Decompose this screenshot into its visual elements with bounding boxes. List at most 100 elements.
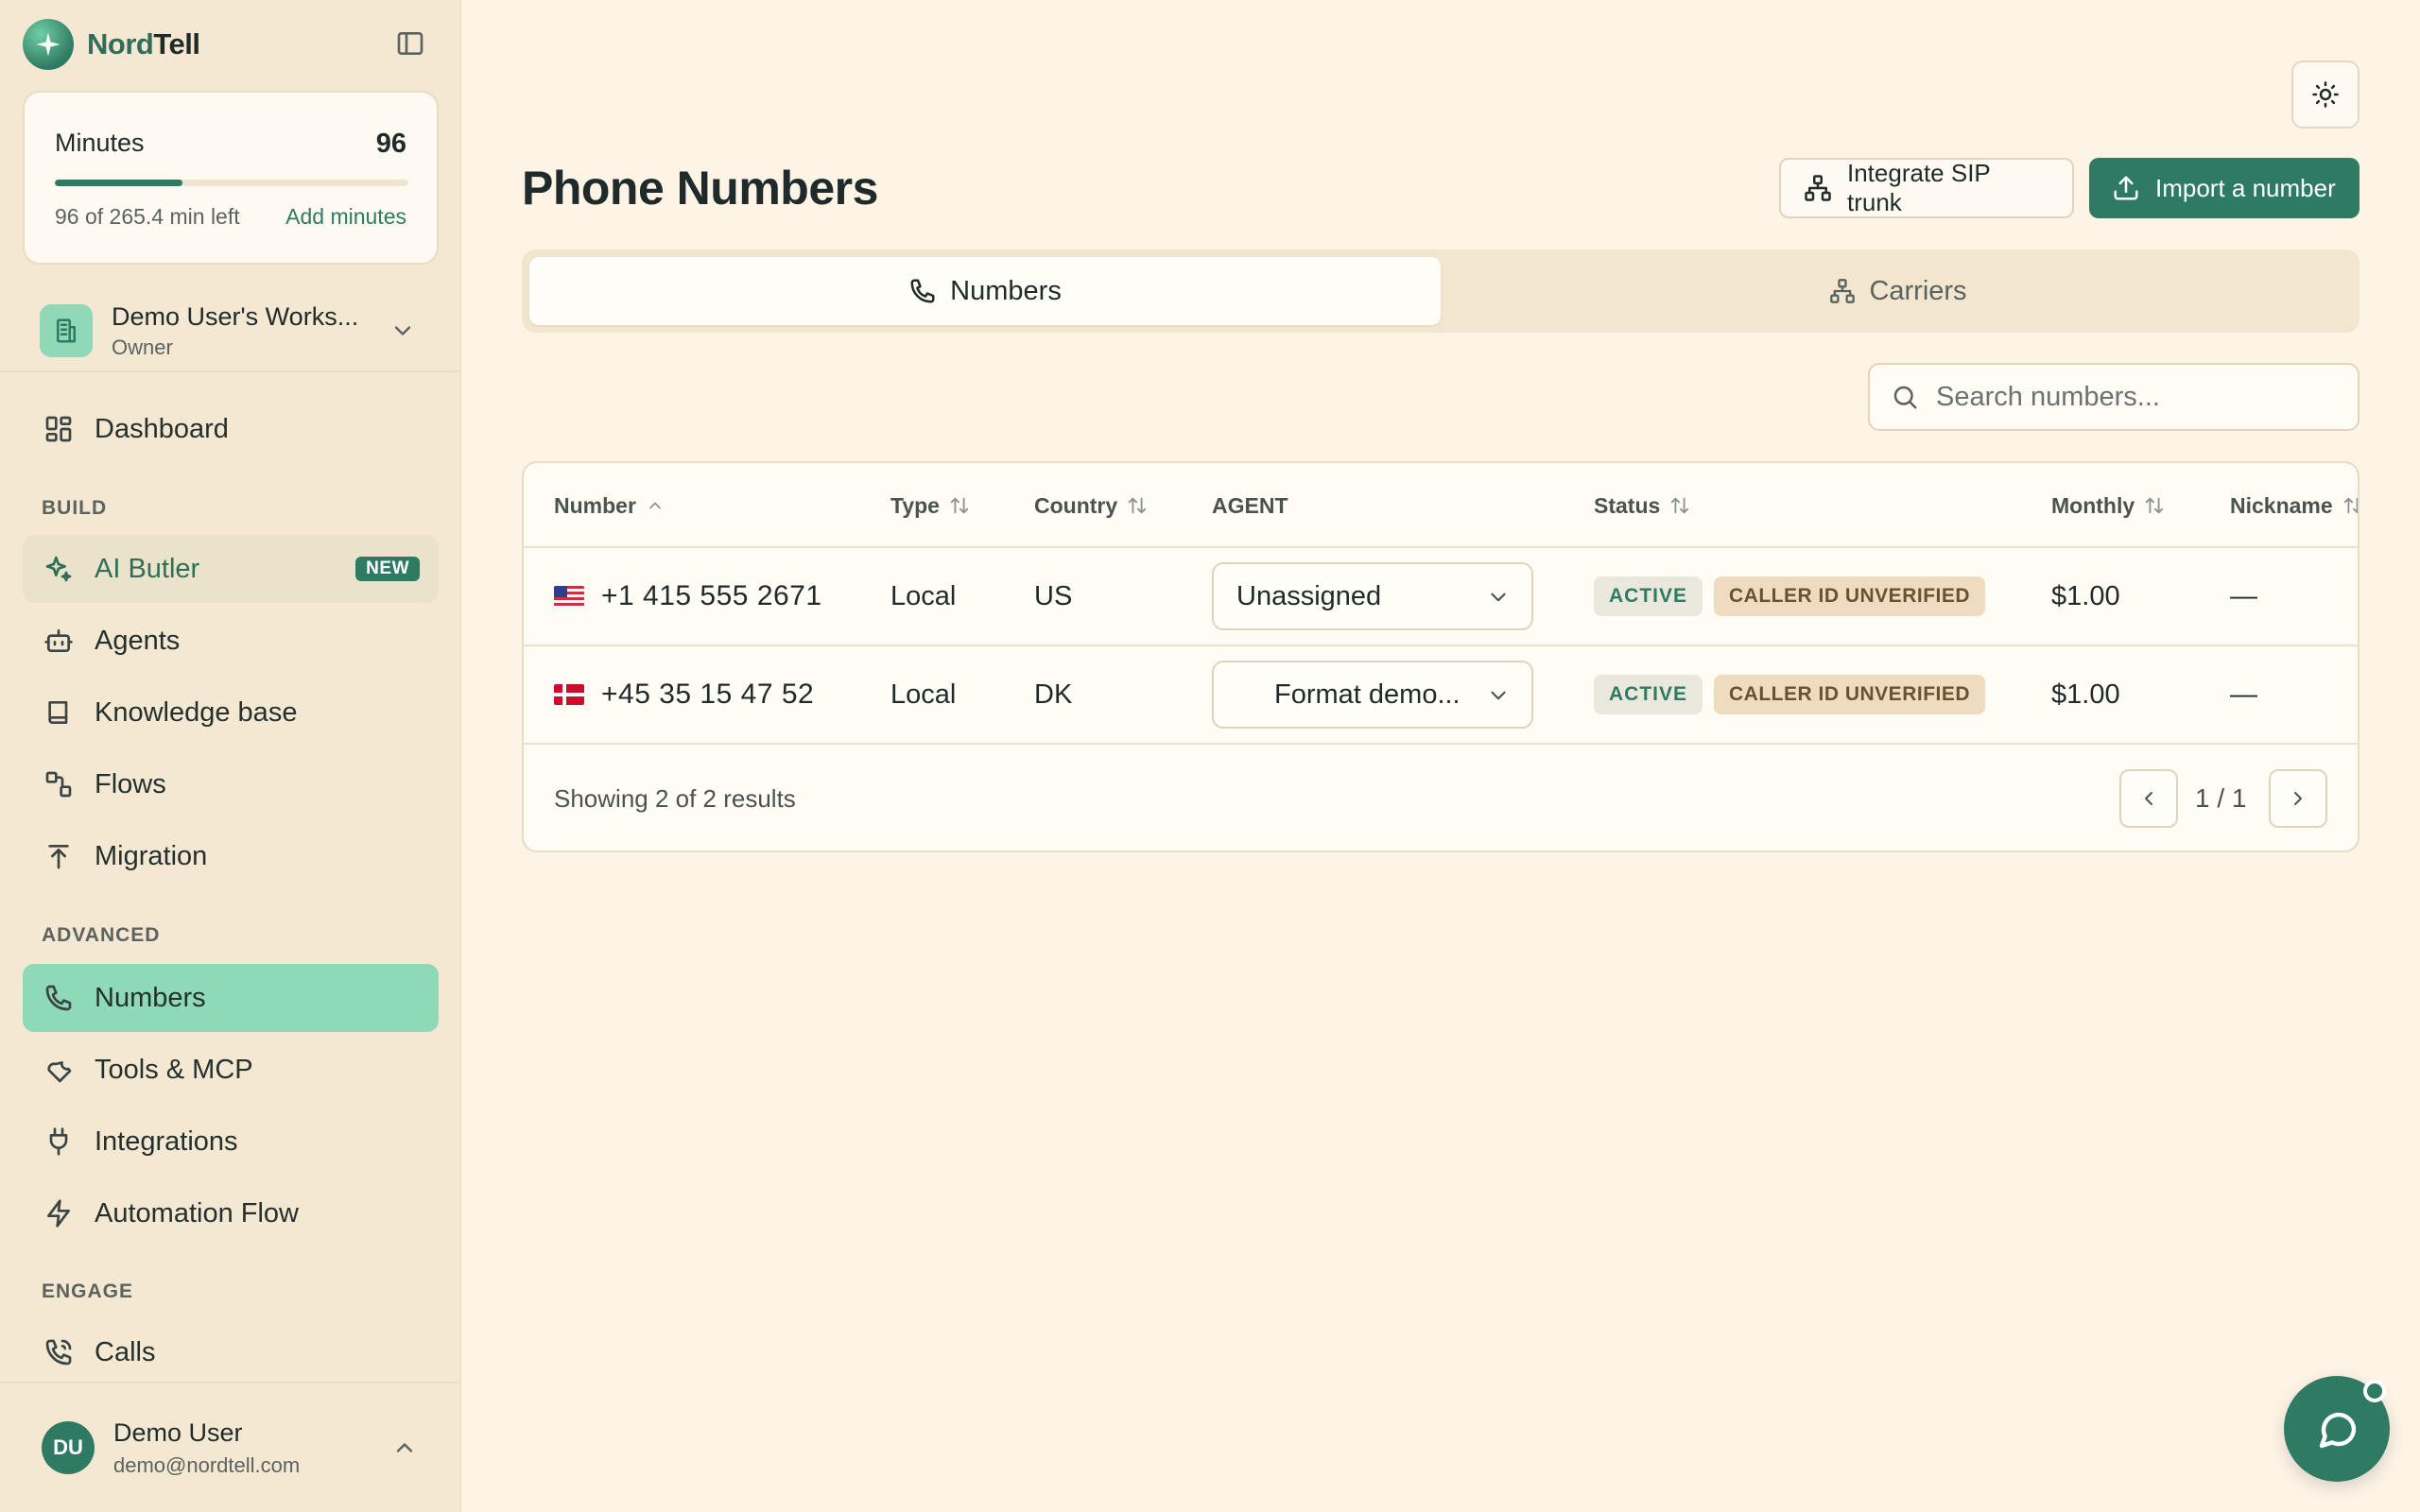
import-number-button[interactable]: Import a number <box>2089 158 2360 218</box>
header-number-label: Number <box>554 492 636 518</box>
phone-icon <box>908 277 937 305</box>
import-number-label: Import a number <box>2155 173 2336 202</box>
table-row[interactable]: +45 35 15 47 52 Local DK Format demo... … <box>524 646 2358 745</box>
plug-icon <box>42 1125 76 1159</box>
search-icon <box>1891 383 1919 411</box>
table-row[interactable]: +1 415 555 2671 Local US Unassigned ACTI… <box>524 548 2358 646</box>
tab-carriers[interactable]: Carriers <box>1444 257 2352 325</box>
nav-calls[interactable]: Calls <box>23 1318 439 1386</box>
nav-migration[interactable]: Migration <box>23 822 439 890</box>
tab-numbers-label: Numbers <box>950 275 1062 306</box>
caller-id-badge: CALLER ID UNVERIFIED <box>1714 576 1986 616</box>
status-cell: ACTIVE CALLER ID UNVERIFIED <box>1594 646 1986 743</box>
sort-icon <box>1669 495 1690 516</box>
sort-asc-icon <box>646 496 665 515</box>
book-icon <box>42 696 76 730</box>
nav-tools-mcp[interactable]: Tools & MCP <box>23 1036 439 1104</box>
country-cell: DK <box>1034 679 1073 710</box>
divider <box>0 370 459 372</box>
tab-numbers[interactable]: Numbers <box>529 257 1441 325</box>
sidebar-toggle-icon[interactable] <box>395 28 425 59</box>
minutes-card: Minutes 96 96 of 265.4 min left Add minu… <box>23 91 439 265</box>
chat-button[interactable] <box>2284 1376 2390 1482</box>
nav-agents-label: Agents <box>95 625 181 656</box>
minutes-progress-fill <box>55 180 183 186</box>
agent-select-value: Unassigned <box>1236 580 1382 611</box>
number-cell: +45 35 15 47 52 <box>554 646 814 743</box>
nav-dashboard-label: Dashboard <box>95 413 229 444</box>
header-agent: AGENT <box>1212 463 1288 548</box>
network-icon <box>1804 174 1832 202</box>
dk-flag-icon <box>554 684 584 705</box>
add-minutes-link[interactable]: Add minutes <box>285 204 406 230</box>
header-nickname-label: Nickname <box>2230 492 2333 518</box>
user-email: demo@nordtell.com <box>113 1452 301 1477</box>
phone-call-icon <box>42 1335 76 1369</box>
header-monthly-label: Monthly <box>2051 492 2135 518</box>
nickname-cell: — <box>2230 580 2257 611</box>
upload-arrow-icon <box>42 839 76 873</box>
search-box <box>1868 363 2360 431</box>
next-page-button[interactable] <box>2269 769 2327 828</box>
numbers-table: Number Type Country AGENT Status Monthly… <box>522 461 2360 852</box>
header-type-label: Type <box>890 492 940 518</box>
nav-knowledge-base[interactable]: Knowledge base <box>23 679 439 747</box>
nav-numbers[interactable]: Numbers <box>23 964 439 1032</box>
header-country[interactable]: Country <box>1034 463 1148 548</box>
nav-numbers-label: Numbers <box>95 982 206 1013</box>
wrench-icon <box>42 1053 76 1087</box>
search-input[interactable] <box>1936 381 2333 413</box>
sort-icon <box>2342 495 2358 516</box>
theme-toggle-button[interactable] <box>2291 60 2360 129</box>
header-status[interactable]: Status <box>1594 463 1690 548</box>
sort-icon <box>949 495 970 516</box>
minutes-remaining: 96 of 265.4 min left <box>55 204 240 229</box>
tab-bar: Numbers Carriers <box>522 249 2360 333</box>
caller-id-badge: CALLER ID UNVERIFIED <box>1714 675 1986 714</box>
nav-migration-label: Migration <box>95 840 208 871</box>
page-title: Phone Numbers <box>522 162 878 215</box>
results-count: Showing 2 of 2 results <box>554 783 796 813</box>
brand-logo-icon <box>23 19 74 70</box>
nav-integrations[interactable]: Integrations <box>23 1108 439 1176</box>
header-monthly[interactable]: Monthly <box>2051 463 2165 548</box>
sidebar: NordTell Minutes 96 96 of 265.4 min left… <box>0 0 461 1512</box>
phone-icon <box>42 981 76 1015</box>
integrate-sip-trunk-label: Integrate SIP trunk <box>1847 159 1991 216</box>
monthly-cell: $1.00 <box>2051 580 2120 611</box>
header-nickname[interactable]: Nickname <box>2230 463 2358 548</box>
header-number[interactable]: Number <box>554 463 665 548</box>
integrate-sip-trunk-button[interactable]: Integrate SIP trunk <box>1779 158 2074 218</box>
agent-select[interactable]: Unassigned <box>1212 562 1533 630</box>
building-icon <box>40 304 93 357</box>
nickname-cell: — <box>2230 679 2257 710</box>
agent-select[interactable]: Format demo... <box>1212 661 1533 729</box>
nav-ai-butler[interactable]: AI Butler NEW <box>23 535 439 603</box>
header-type[interactable]: Type <box>890 463 970 548</box>
nav-flows[interactable]: Flows <box>23 750 439 818</box>
nav-knowledge-base-label: Knowledge base <box>95 696 298 728</box>
sparkles-icon <box>42 552 76 586</box>
prev-page-button[interactable] <box>2119 769 2178 828</box>
bot-icon <box>42 624 76 658</box>
chevron-down-icon <box>389 318 416 344</box>
nav-automation-flow[interactable]: Automation Flow <box>23 1179 439 1247</box>
sun-icon <box>2311 80 2340 109</box>
tab-carriers-label: Carriers <box>1869 275 1967 306</box>
workspace-switcher[interactable]: Demo User's Works... Owner <box>40 297 437 365</box>
nav-agents[interactable]: Agents <box>23 607 439 675</box>
workspace-role: Owner <box>112 335 173 359</box>
user-name: Demo User <box>113 1418 243 1447</box>
nav-dashboard[interactable]: Dashboard <box>23 395 439 463</box>
number-cell: +1 415 555 2671 <box>554 548 822 644</box>
page-indicator: 1 / 1 <box>2195 783 2247 813</box>
monthly-cell: $1.00 <box>2051 679 2120 710</box>
section-advanced-label: ADVANCED <box>42 924 161 946</box>
type-cell: Local <box>890 580 957 611</box>
phone-number: +1 415 555 2671 <box>601 580 822 611</box>
header-status-label: Status <box>1594 492 1661 518</box>
status-badge: ACTIVE <box>1594 576 1703 616</box>
sort-icon <box>1127 495 1148 516</box>
brand[interactable]: NordTell <box>23 19 200 70</box>
user-menu[interactable]: DU Demo User demo@nordtell.com <box>42 1414 439 1482</box>
